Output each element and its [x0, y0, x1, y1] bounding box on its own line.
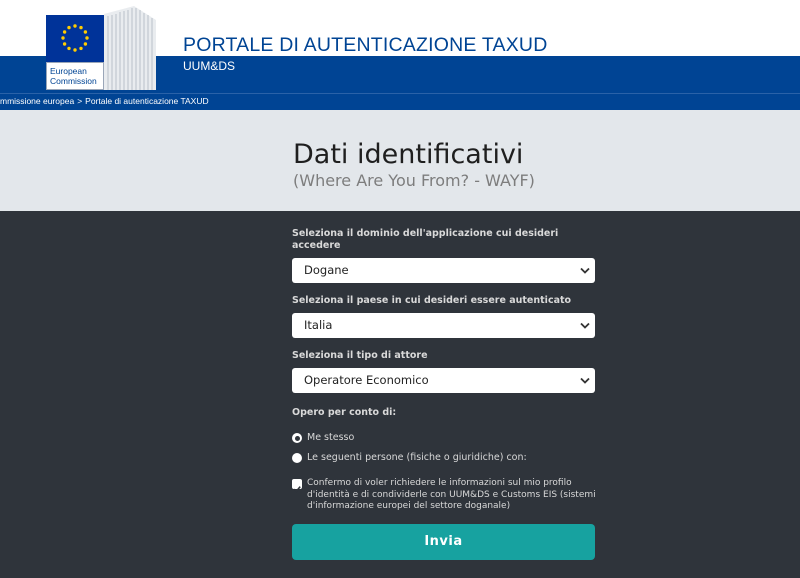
chevron-down-icon: [580, 377, 590, 384]
domain-select-value: Dogane: [304, 263, 349, 277]
radio-label-others: Le seguenti persone (fisiche o giuridich…: [307, 452, 527, 463]
breadcrumb-current-page: Portale di autenticazione TAXUD: [85, 96, 209, 106]
radio-button-others[interactable]: [292, 453, 302, 463]
page-subtitle: (Where Are You From? - WAYF): [293, 171, 535, 190]
page-heading-area: Dati identificativi (Where Are You From?…: [0, 110, 800, 211]
chevron-down-icon: [580, 322, 590, 329]
domain-select[interactable]: Dogane: [292, 258, 595, 283]
radio-option-self[interactable]: Me stesso: [292, 432, 592, 446]
actor-type-select[interactable]: Operatore Economico: [292, 368, 595, 393]
domain-label: Seleziona il dominio dell'applicazione c…: [292, 228, 559, 251]
consent-row[interactable]: Confermo di voler richiedere le informaz…: [292, 478, 596, 518]
country-select[interactable]: Italia: [292, 313, 595, 338]
radio-label-self: Me stesso: [307, 432, 355, 443]
actor-type-select-value: Operatore Economico: [304, 373, 429, 387]
radio-button-self[interactable]: [292, 433, 302, 443]
logo-label-line2: Commission: [50, 76, 97, 86]
form-area: Seleziona il dominio dell'applicazione c…: [0, 211, 800, 578]
actor-type-label: Seleziona il tipo di attore: [292, 350, 428, 361]
breadcrumb-link-commission[interactable]: mmissione europea: [0, 94, 74, 109]
logo-label-line1: European: [50, 66, 87, 76]
page-title: Dati identificativi: [293, 139, 524, 170]
site-subtitle: UUM&DS: [183, 59, 236, 73]
chevron-down-icon: [580, 267, 590, 274]
on-behalf-label: Opero per conto di:: [292, 407, 397, 418]
site-title[interactable]: PORTALE DI AUTENTICAZIONE TAXUD: [183, 34, 547, 57]
consent-checkbox[interactable]: [292, 479, 302, 493]
country-label: Seleziona il paese in cui desideri esser…: [292, 295, 572, 306]
country-select-value: Italia: [304, 318, 333, 332]
radio-option-others[interactable]: Le seguenti persone (fisiche o giuridich…: [292, 452, 592, 466]
eu-flag-icon: [46, 15, 104, 62]
consent-text: Confermo di voler richiedere le informaz…: [307, 478, 596, 511]
logo-label: European Commission: [46, 62, 104, 90]
submit-button[interactable]: Invia: [292, 524, 595, 560]
site-header: European Commission PORTALE DI AUTENTICA…: [0, 0, 800, 93]
berlaymont-building-icon: [104, 6, 156, 90]
checkmark-icon: [293, 486, 301, 493]
european-commission-logo[interactable]: European Commission: [46, 6, 156, 90]
breadcrumb-separator: >: [77, 96, 83, 106]
breadcrumb: mmissione europea > Portale di autenticazi…: [0, 93, 800, 110]
